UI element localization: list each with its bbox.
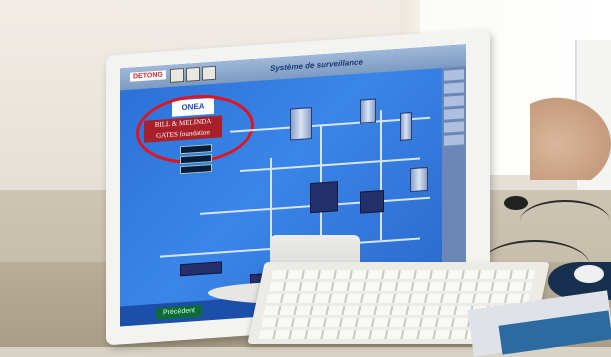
key-row [268, 282, 533, 291]
header-button[interactable] [170, 67, 184, 83]
mouse[interactable] [574, 265, 604, 283]
tank[interactable] [360, 98, 376, 124]
pipe [380, 110, 382, 241]
screen-title: Système de surveillance [270, 57, 363, 73]
key-row [266, 294, 530, 303]
side-menu-item[interactable] [444, 95, 464, 107]
side-menu-item[interactable] [444, 121, 464, 133]
pipe [240, 157, 420, 173]
brand-logo: DETONG [130, 70, 166, 82]
cable [520, 200, 610, 242]
readout [180, 154, 212, 165]
tank[interactable] [290, 107, 312, 141]
tank[interactable] [400, 112, 412, 141]
side-menu-item[interactable] [444, 134, 464, 146]
tank[interactable] [310, 181, 338, 214]
tank[interactable] [180, 261, 222, 277]
header-button[interactable] [186, 66, 200, 82]
person-arm [530, 90, 611, 180]
screen-header: DETONG Système de surveillance [120, 44, 466, 91]
header-button[interactable] [202, 65, 216, 81]
side-menu-item[interactable] [444, 108, 464, 120]
tank[interactable] [410, 166, 428, 193]
tank[interactable] [360, 189, 384, 214]
side-menu-item[interactable] [444, 69, 464, 81]
readout [180, 164, 212, 175]
key-row [271, 270, 536, 279]
side-menu-item[interactable] [444, 82, 464, 94]
mouse[interactable] [504, 196, 528, 210]
